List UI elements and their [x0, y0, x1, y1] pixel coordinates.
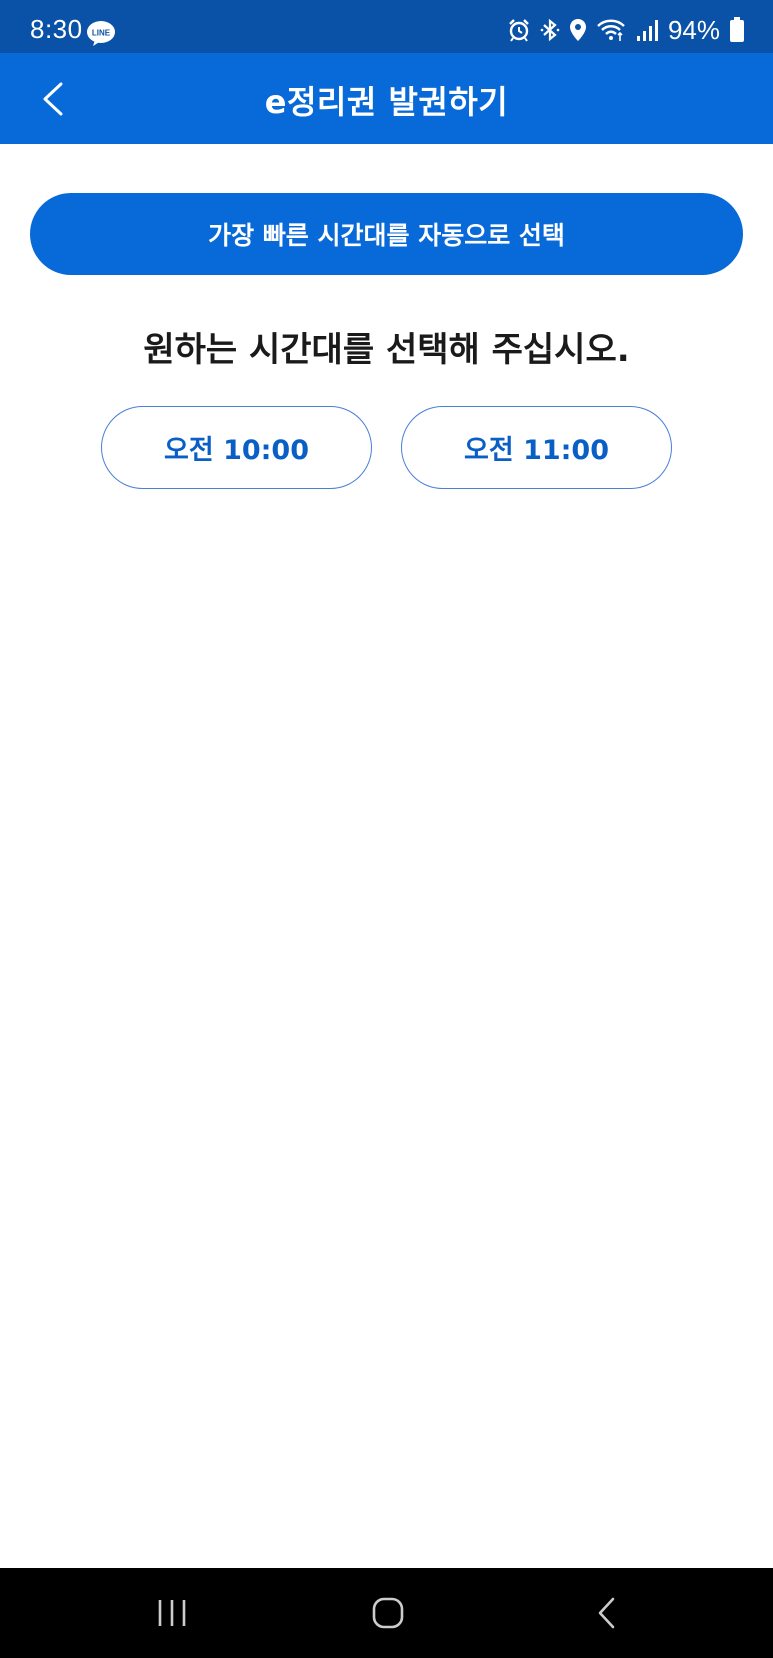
- page-title: e정리권 발권하기: [264, 83, 509, 121]
- auto-select-fastest-time-button[interactable]: 가장 빠른 시간대를 자동으로 선택: [30, 193, 743, 275]
- line-icon: LINE: [86, 20, 116, 46]
- line-icon-label: LINE: [92, 29, 111, 38]
- home-button[interactable]: [366, 1590, 410, 1636]
- app-header: e정리권 발권하기: [0, 53, 773, 144]
- instruction-text: 원하는 시간대를 선택해 주십시오.: [143, 330, 630, 370]
- signal-icon: [635, 18, 659, 42]
- recent-apps-icon: [158, 1600, 186, 1626]
- status-time: 8:30: [30, 14, 83, 44]
- time-slot-button-11am[interactable]: 오전 11:00: [401, 406, 672, 489]
- battery-icon: [729, 17, 745, 43]
- battery-percentage: 94%: [667, 14, 720, 45]
- status-bar: 8:30 LINE 94%: [0, 0, 773, 53]
- back-icon: [598, 1597, 615, 1629]
- wifi-icon: [596, 18, 626, 42]
- status-icons: 94%: [507, 14, 745, 45]
- recent-apps-button[interactable]: [150, 1590, 194, 1636]
- system-back-button[interactable]: [588, 1590, 624, 1636]
- alarm-icon: [507, 18, 531, 42]
- bluetooth-icon: [540, 18, 560, 42]
- screen: 8:30 LINE 94% e정리권 발권하기 가장 빠른 시간대를 자동으로 …: [0, 0, 773, 1658]
- time-slot-button-10am[interactable]: 오전 10:00: [101, 406, 372, 489]
- navigation-bar: [0, 1568, 773, 1658]
- home-icon: [372, 1597, 404, 1629]
- location-icon: [569, 18, 587, 42]
